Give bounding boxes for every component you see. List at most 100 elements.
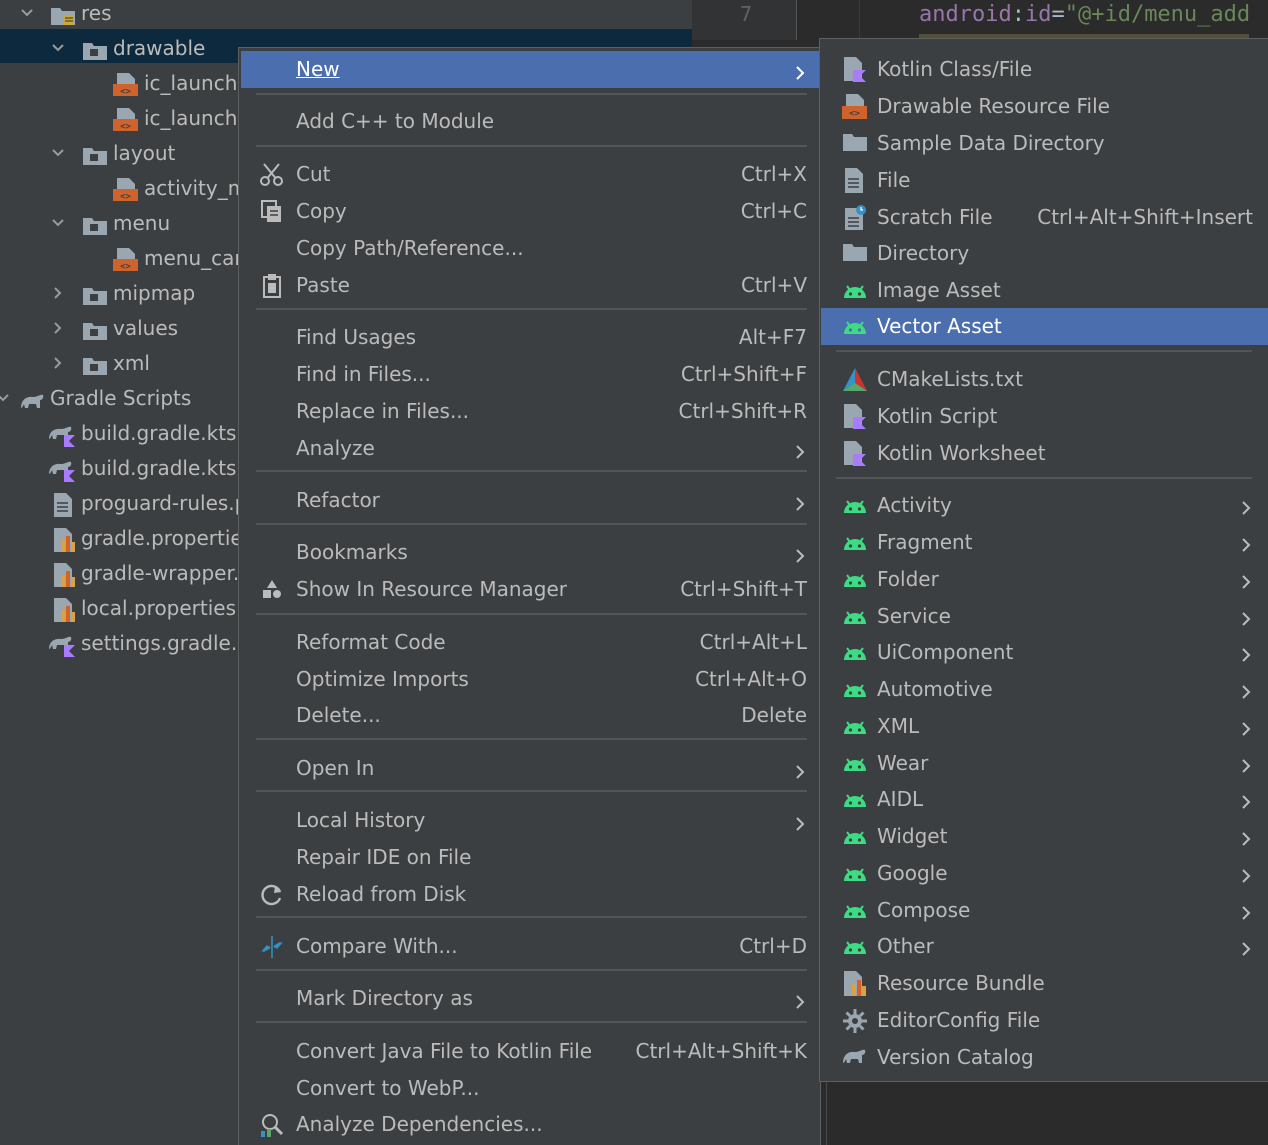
- menu-item-add-cpp[interactable]: Add C++ to Module: [241, 103, 819, 140]
- folder-icon: [842, 131, 868, 157]
- submenu-item-folder[interactable]: Folder: [821, 561, 1268, 598]
- android-icon: [842, 567, 868, 593]
- folder-icon: [82, 143, 107, 165]
- menu-separator: [256, 613, 807, 615]
- menu-item-cut[interactable]: Cut Ctrl+X: [241, 156, 819, 193]
- chevron-down-icon[interactable]: [20, 6, 34, 20]
- menu-item-reformat-code[interactable]: Reformat Code Ctrl+Alt+L: [241, 624, 819, 661]
- menu-item-label: New: [296, 57, 340, 81]
- submenu-item-resource-bundle[interactable]: Resource Bundle: [821, 965, 1268, 1002]
- chevron-down-icon[interactable]: [51, 41, 65, 55]
- submenu-item-wear[interactable]: Wear: [821, 745, 1268, 782]
- menu-item-find-usages[interactable]: Find Usages Alt+F7: [241, 319, 819, 356]
- menu-item-convert-java-to-kotlin[interactable]: Convert Java File to Kotlin File Ctrl+Al…: [241, 1033, 819, 1070]
- kotlin-script-icon: [842, 404, 868, 430]
- submenu-item-image-asset[interactable]: Image Asset: [821, 272, 1268, 309]
- kotlin-file-icon: [842, 57, 868, 83]
- chevron-down-icon[interactable]: [0, 391, 10, 405]
- menu-item-shortcut: Ctrl+Shift+R: [678, 399, 807, 423]
- submenu-item-drawable-resource[interactable]: <> Drawable Resource File: [821, 88, 1268, 125]
- submenu-item-vector-asset[interactable]: Vector Asset: [821, 308, 1268, 345]
- gradle-kts-icon: [48, 423, 75, 447]
- menu-item-convert-to-webp[interactable]: Convert to WebP...: [241, 1070, 819, 1107]
- tree-item-label: local.properties (: [81, 596, 251, 620]
- menu-item-copy-path[interactable]: Copy Path/Reference...: [241, 230, 819, 267]
- submenu-item-google[interactable]: Google: [821, 855, 1268, 892]
- submenu-item-widget[interactable]: Widget: [821, 818, 1268, 855]
- android-icon: [842, 314, 868, 340]
- submenu-item-label: Directory: [877, 241, 970, 265]
- code-namespace: android: [919, 2, 1012, 27]
- submenu-item-automotive[interactable]: Automotive: [821, 671, 1268, 708]
- menu-separator: [256, 738, 807, 740]
- code-line[interactable]: android:id="@+id/menu_add: [919, 2, 1250, 27]
- menu-item-reload-from-disk[interactable]: Reload from Disk: [241, 876, 819, 913]
- menu-item-copy[interactable]: Copy Ctrl+C: [241, 193, 819, 230]
- menu-item-refactor[interactable]: Refactor: [241, 482, 819, 519]
- chevron-down-icon[interactable]: [51, 146, 65, 160]
- tree-item-res[interactable]: res: [0, 0, 692, 31]
- tree-item-label: drawable: [113, 36, 206, 60]
- tree-item-label: ic_launche: [144, 106, 250, 130]
- android-icon: [842, 278, 868, 304]
- menu-item-delete[interactable]: Delete... Delete: [241, 697, 819, 734]
- submenu-item-compose[interactable]: Compose: [821, 892, 1268, 929]
- submenu-item-uicomponent[interactable]: UiComponent: [821, 634, 1268, 671]
- menu-item-show-in-resource-manager[interactable]: Show In Resource Manager Ctrl+Shift+T: [241, 571, 819, 608]
- menu-item-new[interactable]: New: [241, 51, 819, 88]
- chevron-right-icon[interactable]: [51, 286, 65, 300]
- submenu-item-xml[interactable]: XML: [821, 708, 1268, 745]
- submenu-item-service[interactable]: Service: [821, 598, 1268, 635]
- properties-icon: [52, 563, 76, 587]
- submenu-item-activity[interactable]: Activity: [821, 487, 1268, 524]
- menu-item-label: Add C++ to Module: [296, 109, 495, 133]
- chevron-right-icon[interactable]: [51, 356, 65, 370]
- submenu-item-kotlin-script[interactable]: Kotlin Script: [821, 398, 1268, 435]
- submenu-item-editorconfig[interactable]: EditorConfig File: [821, 1002, 1268, 1039]
- submenu-item-kotlin-class[interactable]: Kotlin Class/File: [821, 51, 1268, 88]
- menu-item-local-history[interactable]: Local History: [241, 802, 819, 839]
- submenu-item-directory[interactable]: Directory: [821, 235, 1268, 272]
- submenu-item-other[interactable]: Other: [821, 928, 1268, 965]
- menu-item-shortcut: Ctrl+Alt+Shift+K: [635, 1039, 807, 1063]
- chevron-right-icon[interactable]: [51, 321, 65, 335]
- menu-item-shortcut: Ctrl+Alt+L: [699, 630, 807, 654]
- menu-item-label: Reformat Code: [296, 630, 446, 654]
- android-icon: [842, 824, 868, 850]
- submenu-separator: [836, 350, 1252, 352]
- menu-separator: [256, 523, 807, 525]
- submenu-item-sample-data-directory[interactable]: Sample Data Directory: [821, 125, 1268, 162]
- menu-item-mark-directory-as[interactable]: Mark Directory as: [241, 980, 819, 1017]
- android-icon: [842, 530, 868, 556]
- submenu-item-cmakelists[interactable]: CMakeLists.txt: [821, 361, 1268, 398]
- menu-item-analyze[interactable]: Analyze: [241, 430, 819, 467]
- chevron-right-icon: [1241, 938, 1251, 962]
- tree-item-label: ic_launche: [144, 71, 250, 95]
- submenu-item-version-catalog[interactable]: Version Catalog: [821, 1039, 1268, 1076]
- submenu-item-file[interactable]: File: [821, 162, 1268, 199]
- chevron-right-icon: [1241, 644, 1251, 668]
- submenu-item-scratch-file[interactable]: Scratch File Ctrl+Alt+Shift+Insert: [821, 199, 1268, 236]
- menu-item-paste[interactable]: Paste Ctrl+V: [241, 267, 819, 304]
- chevron-down-icon[interactable]: [51, 216, 65, 230]
- submenu-item-kotlin-worksheet[interactable]: Kotlin Worksheet: [821, 435, 1268, 472]
- submenu-item-label: Image Asset: [877, 278, 1001, 302]
- menu-item-replace-in-files[interactable]: Replace in Files... Ctrl+Shift+R: [241, 393, 819, 430]
- copy-icon: [259, 199, 285, 225]
- menu-item-compare-with[interactable]: Compare With... Ctrl+D: [241, 928, 819, 965]
- menu-item-optimize-imports[interactable]: Optimize Imports Ctrl+Alt+O: [241, 661, 819, 698]
- new-submenu: Kotlin Class/File <> Drawable Resource F…: [819, 38, 1268, 1082]
- menu-item-open-in[interactable]: Open In: [241, 750, 819, 787]
- submenu-item-aidl[interactable]: AIDL: [821, 781, 1268, 818]
- menu-separator: [256, 1021, 807, 1023]
- submenu-item-label: Kotlin Script: [877, 404, 998, 428]
- android-icon: [842, 677, 868, 703]
- submenu-item-label: Drawable Resource File: [877, 94, 1110, 118]
- menu-item-bookmarks[interactable]: Bookmarks: [241, 534, 819, 571]
- menu-item-find-in-files[interactable]: Find in Files... Ctrl+Shift+F: [241, 356, 819, 393]
- submenu-item-fragment[interactable]: Fragment: [821, 524, 1268, 561]
- menu-item-analyze-dependencies[interactable]: Analyze Dependencies...: [241, 1106, 819, 1143]
- menu-item-repair-ide[interactable]: Repair IDE on File: [241, 839, 819, 876]
- menu-separator: [256, 93, 807, 95]
- submenu-item-label: Kotlin Class/File: [877, 57, 1033, 81]
